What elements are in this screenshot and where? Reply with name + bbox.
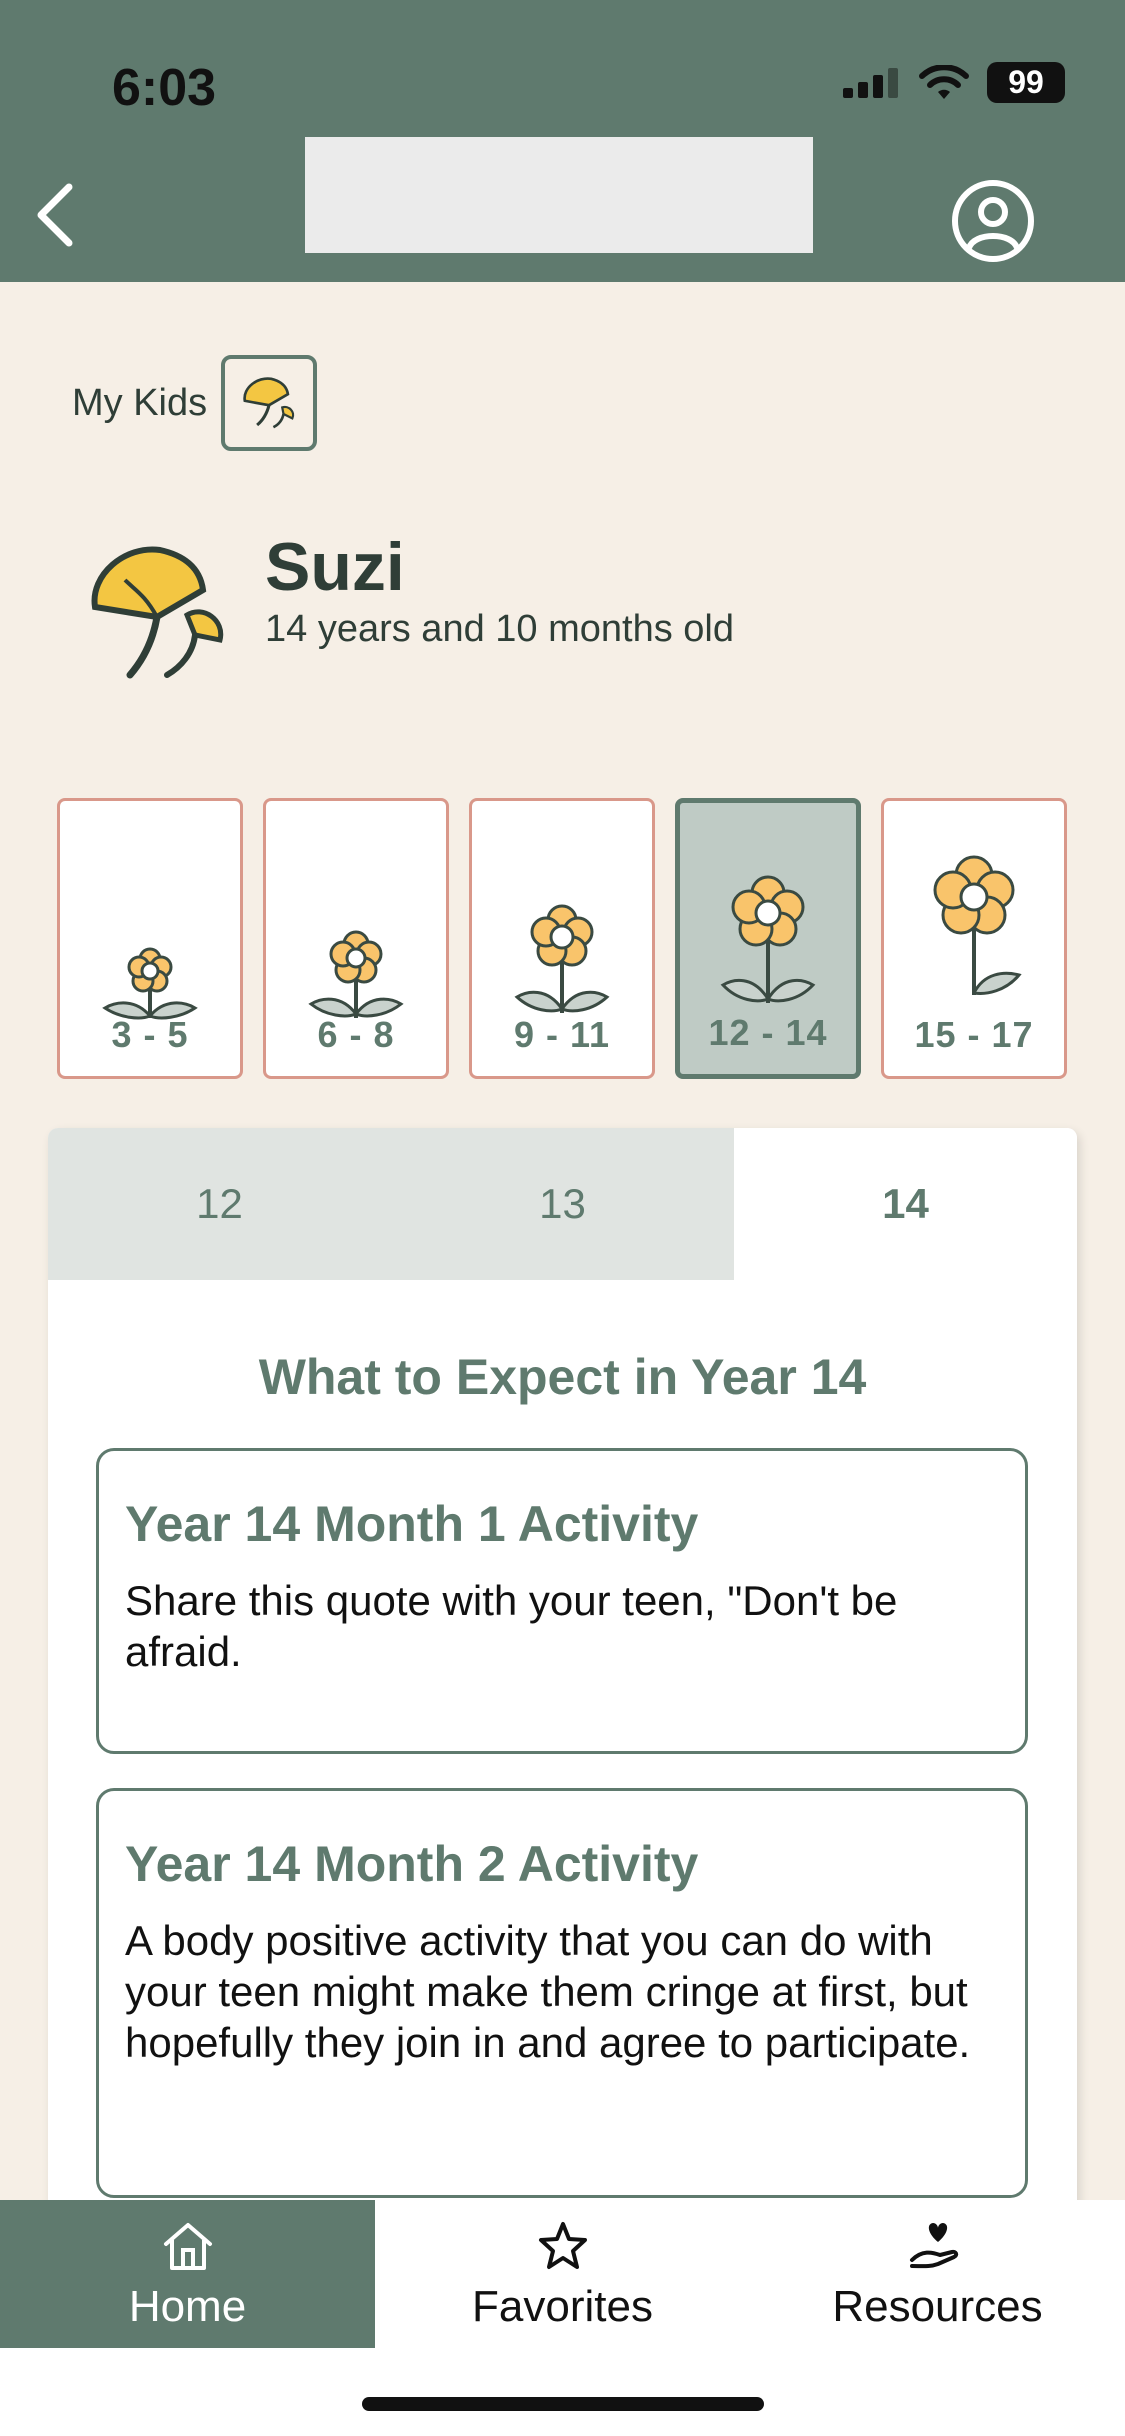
user-circle-icon [952, 180, 1034, 262]
ginkgo-leaf-icon [243, 377, 295, 429]
tab-year-14[interactable]: 14 [734, 1128, 1077, 1280]
activity-body: Share this quote with your teen, "Don't … [125, 1577, 898, 1675]
my-kids-label: My Kids [72, 381, 208, 424]
battery-indicator: 99 [987, 62, 1065, 103]
age-card-label: 12 - 14 [708, 1012, 828, 1053]
age-range-selector: 3 - 5 6 - 8 9 - 11 12 - 14 15 - 17 [57, 798, 1067, 1079]
activity-title: Year 14 Month 1 Activity [125, 1496, 699, 1552]
flower-icon [514, 904, 610, 1013]
tabbar-label: Favorites [472, 2282, 653, 2331]
bottom-tab-bar: Home Favorites Resources [0, 2200, 1125, 2348]
kid-thumbnail-button[interactable] [221, 355, 318, 451]
section-title: What to Expect in Year 14 [258, 1349, 867, 1405]
flower-icon [933, 855, 1022, 995]
age-card-label: 9 - 11 [513, 1014, 611, 1055]
age-card-9-11[interactable]: 9 - 11 [469, 798, 655, 1079]
my-kids-row: My Kids [72, 355, 318, 451]
tab-year-13[interactable]: 13 [391, 1128, 734, 1280]
status-icons: 99 [843, 62, 1065, 103]
app-header: 6:03 99 [0, 0, 1125, 282]
signal-icon [843, 67, 898, 98]
back-button[interactable] [20, 180, 90, 250]
age-card-label: 3 - 5 [111, 1014, 189, 1055]
home-indicator [362, 2397, 764, 2411]
tabbar-resources[interactable]: Resources [750, 2200, 1125, 2348]
hand-heart-icon [909, 2223, 958, 2269]
activity-body: A body positive activity that you can do… [125, 1917, 971, 2066]
kid-age: 14 years and 10 months old [265, 608, 734, 650]
tabbar-label: Home [128, 2282, 247, 2331]
age-card-12-14[interactable]: 12 - 14 [675, 798, 861, 1079]
header-title-placeholder [305, 137, 813, 253]
age-card-3-5[interactable]: 3 - 5 [57, 798, 243, 1079]
activity-card[interactable]: Year 14 Month 1 Activity Share this quot… [96, 1448, 1028, 1754]
profile-button[interactable] [950, 178, 1036, 264]
tabbar-home[interactable]: Home [0, 2200, 375, 2348]
age-card-label: 6 - 8 [317, 1014, 395, 1055]
year-tabs: 12 13 14 [48, 1128, 1077, 1280]
age-card-6-8[interactable]: 6 - 8 [263, 798, 449, 1079]
tabbar-label: Resources [832, 2282, 1043, 2331]
chevron-left-icon [37, 183, 73, 247]
flower-icon [308, 930, 404, 1018]
home-icon [163, 2223, 212, 2270]
flower-icon [720, 875, 816, 1003]
tab-year-12[interactable]: 12 [48, 1128, 391, 1280]
kid-avatar-icon [91, 546, 224, 679]
year-content-panel: 12 13 14 What to Expect in Year 14 Year … [48, 1128, 1077, 2228]
age-card-15-17[interactable]: 15 - 17 [881, 798, 1067, 1079]
status-time: 6:03 [112, 59, 217, 117]
star-icon [538, 2222, 587, 2269]
age-card-label: 15 - 17 [914, 1014, 1034, 1055]
activity-card[interactable]: Year 14 Month 2 Activity A body positive… [96, 1788, 1028, 2198]
tabbar-favorites[interactable]: Favorites [375, 2200, 750, 2348]
wifi-icon [919, 64, 969, 99]
activity-title: Year 14 Month 2 Activity [125, 1836, 699, 1892]
home-indicator-area [0, 2348, 1125, 2436]
kid-name: Suzi [265, 529, 405, 605]
